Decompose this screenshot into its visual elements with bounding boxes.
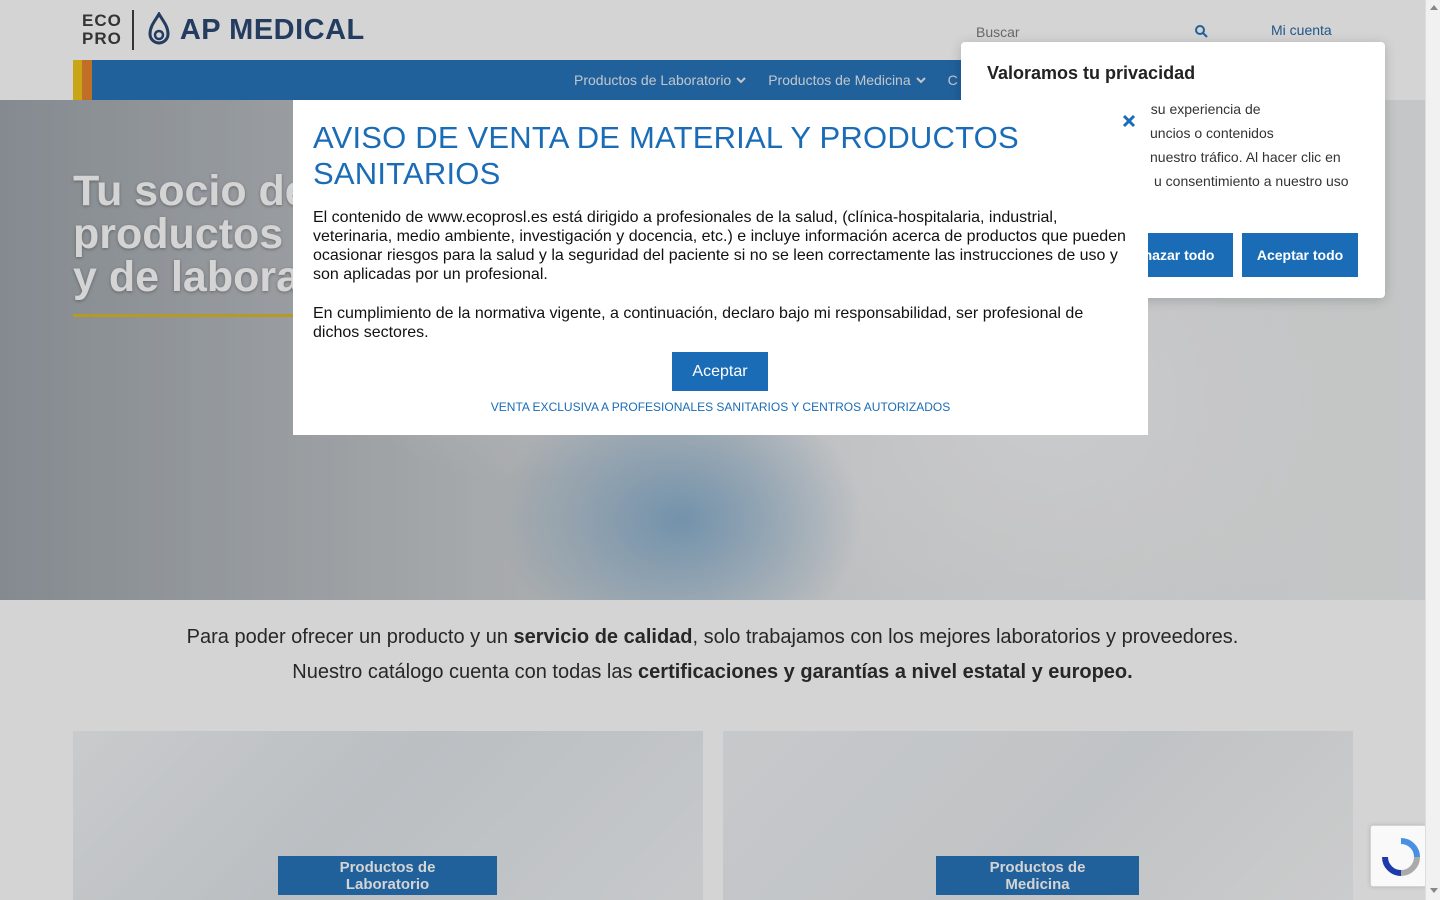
accept-all-button[interactable]: Aceptar todo	[1242, 233, 1358, 277]
recaptcha-icon	[1382, 838, 1420, 876]
cookie-consent-title: Valoramos tu privacidad	[987, 63, 1196, 83]
recaptcha-badge[interactable]	[1370, 825, 1426, 887]
page-scrollbar[interactable]	[1425, 0, 1440, 900]
close-icon[interactable]	[1119, 111, 1139, 131]
modal-note: VENTA EXCLUSIVA A PROFESIONALES SANITARI…	[490, 400, 951, 414]
modal-title: AVISO DE VENTA DE MATERIAL Y PRODUCTOS S…	[313, 120, 1019, 191]
sales-notice-modal: AVISO DE VENTA DE MATERIAL Y PRODUCTOS S…	[293, 100, 1148, 435]
scroll-down-arrow-icon[interactable]	[1430, 888, 1438, 893]
modal-accept-button[interactable]: Aceptar	[672, 352, 768, 391]
modal-paragraph-1: El contenido de www.ecoprosl.es está dir…	[313, 209, 1126, 283]
modal-paragraph-2: En cumplimiento de la normativa vigente,…	[313, 305, 1084, 341]
scroll-up-arrow-icon[interactable]	[1430, 5, 1438, 10]
